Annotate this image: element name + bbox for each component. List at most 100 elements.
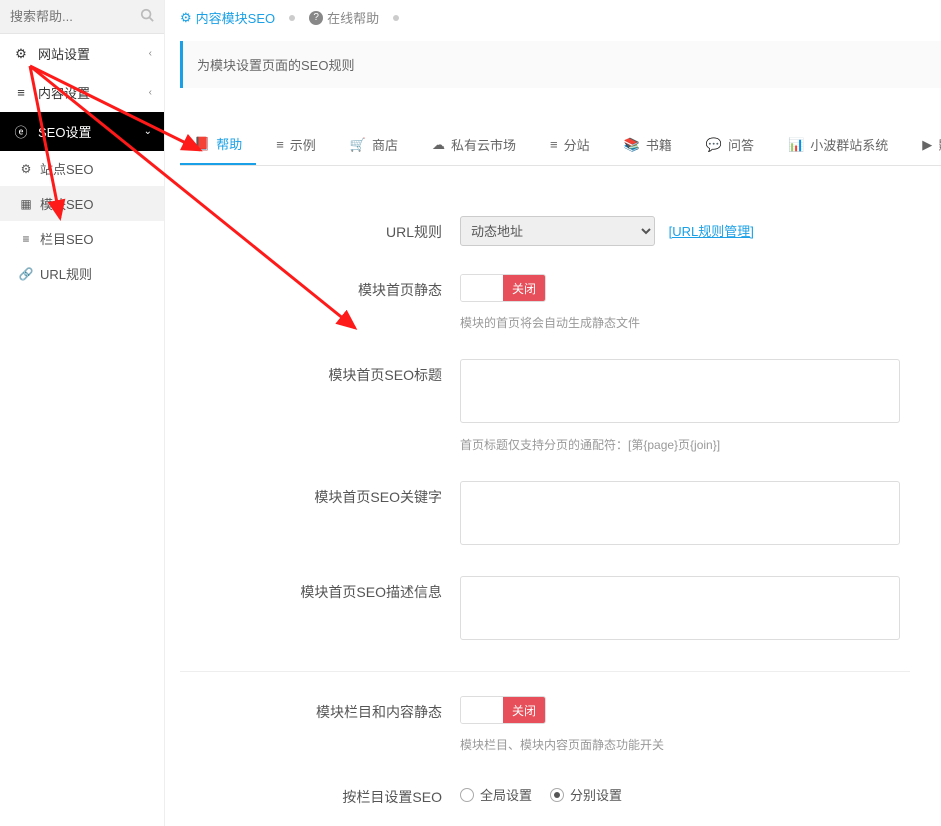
row-seo-title: 模块首页SEO标题 首页标题仅支持分页的通配符：[第{page}页{join}] [180,359,941,453]
label-col-seo: 按栏目设置SEO [180,781,460,807]
tab-help[interactable]: 📕 帮助 [180,124,256,165]
row-col-static: 模块栏目和内容静态 关闭 模块栏目、模块内容页面静态功能开关 [180,696,941,753]
submenu-seo: ⚙ 站点SEO ▦ 模块SEO ≡ 栏目SEO 🔗 URL规则 [0,151,164,291]
sub-label: 栏目SEO [40,229,93,248]
cart-icon: 🛒 [350,137,366,153]
tab-cloud[interactable]: ☁ 私有云市场 [418,124,530,165]
cloud-icon: ☁ [432,137,445,153]
breadcrumb-label: 内容模块SEO [196,8,275,27]
separator-dot [289,15,295,21]
sidebar-search [0,0,164,34]
switch-on-seg [461,697,503,723]
label-seo-desc: 模块首页SEO描述信息 [180,576,460,602]
link-icon: 🔗 [18,267,34,281]
sub-column-seo[interactable]: ≡ 栏目SEO [0,221,164,256]
tab-books[interactable]: 📚 书籍 [610,124,686,165]
switch-off-seg: 关闭 [503,697,545,723]
search-input[interactable] [10,9,140,24]
label-col-static: 模块栏目和内容静态 [180,696,460,722]
tab-label: 小波群站系统 [810,135,888,154]
menu-label: 内容设置 [38,83,149,102]
sub-label: URL规则 [40,264,92,283]
radio-label: 分别设置 [570,785,622,804]
label-home-static: 模块首页静态 [180,274,460,300]
row-home-static: 模块首页静态 关闭 模块的首页将会自动生成静态文件 [180,274,941,331]
help-icon: ? [309,11,323,25]
sub-url-rule[interactable]: 🔗 URL规则 [0,256,164,291]
textarea-seo-title[interactable] [460,359,900,423]
tab-label: 示例 [290,135,316,154]
sub-module-seo[interactable]: ▦ 模块SEO [0,186,164,221]
row-seo-keyword: 模块首页SEO关键字 [180,481,941,548]
list-icon: ≡ [550,137,558,152]
breadcrumb: ⚙ 内容模块SEO ? 在线帮助 [180,0,941,35]
hint-col-static: 模块栏目、模块内容页面静态功能开关 [460,736,941,753]
chevron-left-icon: ‹ [149,87,152,98]
search-icon[interactable] [140,8,154,25]
tab-label: 私有云市场 [451,135,516,154]
breadcrumb-help[interactable]: ? 在线帮助 [309,8,379,27]
hint-seo-title: 首页标题仅支持分页的通配符：[第{page}页{join}] [460,436,941,453]
tab-label: 书籍 [646,135,672,154]
link-url-rule-manage[interactable]: [URL规则管理] [669,224,754,239]
tab-label: 问答 [728,135,754,154]
separator-dot [393,15,399,21]
book-icon: 📕 [194,136,210,152]
switch-home-static[interactable]: 关闭 [460,274,546,302]
radio-circle-icon [550,788,564,802]
select-url-rule[interactable]: 动态地址 [460,216,655,246]
textarea-seo-keyword[interactable] [460,481,900,545]
main-content: ⚙ 内容模块SEO ? 在线帮助 为模块设置页面的SEO规则 📕 帮助 ≡ 示例 🛒… [180,0,941,826]
gear-icon: ⚙ [12,46,30,62]
menu-seo-settings[interactable]: ⓔ SEO设置 ⌄ [0,112,164,151]
tabs: 📕 帮助 ≡ 示例 🛒 商店 ☁ 私有云市场 ≡ 分站 📚 书籍 💬 问答 📊 小波群站系统 ▶… [180,124,941,166]
tab-example[interactable]: ≡ 示例 [262,124,330,165]
chart-icon: 📊 [788,137,804,153]
switch-on-seg [461,275,503,301]
sub-site-seo[interactable]: ⚙ 站点SEO [0,151,164,186]
tab-label: 分站 [564,135,590,154]
tab-label: 商店 [372,135,398,154]
switch-col-static[interactable]: 关闭 [460,696,546,724]
seo-form: URL规则 动态地址 [URL规则管理] 模块首页静态 关闭 模块的首页将会自动… [180,216,941,807]
tab-label: 帮助 [216,134,242,153]
textarea-seo-desc[interactable] [460,576,900,640]
row-col-seo: 按栏目设置SEO 全局设置 分别设置 [180,781,941,807]
books-icon: 📚 [624,137,640,153]
chevron-down-icon: ⌄ [144,126,152,137]
radio-separate[interactable]: 分别设置 [550,785,622,804]
play-icon: ▶ [922,137,932,153]
sub-label: 站点SEO [40,159,93,178]
tab-branch[interactable]: ≡ 分站 [536,124,604,165]
ie-icon: ⓔ [12,122,30,141]
row-url-rule: URL规则 动态地址 [URL规则管理] [180,216,941,246]
chevron-left-icon: ‹ [149,48,152,59]
tab-shop[interactable]: 🛒 商店 [336,124,412,165]
label-seo-title: 模块首页SEO标题 [180,359,460,385]
list-icon: ≡ [18,232,34,246]
notice-bar: 为模块设置页面的SEO规则 [180,41,941,88]
label-seo-keyword: 模块首页SEO关键字 [180,481,460,507]
grid-icon: ▦ [18,197,34,211]
list-icon: ≡ [276,137,284,152]
tab-qa[interactable]: 💬 问答 [692,124,768,165]
menu-label: 网站设置 [38,44,149,63]
gear-icon: ⚙ [18,162,34,176]
row-seo-desc: 模块首页SEO描述信息 [180,576,941,643]
gear-icon: ⚙ [180,10,192,26]
menu-label: SEO设置 [38,122,144,141]
list-icon: ≡ [12,85,30,100]
menu-content-settings[interactable]: ≡ 内容设置 ‹ [0,73,164,112]
label-url-rule: URL规则 [180,216,460,242]
hint-home-static: 模块的首页将会自动生成静态文件 [460,314,941,331]
breadcrumb-module-seo[interactable]: ⚙ 内容模块SEO [180,8,275,27]
radio-global[interactable]: 全局设置 [460,785,532,804]
tab-xiaobo[interactable]: 📊 小波群站系统 [774,124,902,165]
menu-site-settings[interactable]: ⚙ 网站设置 ‹ [0,34,164,73]
radio-circle-icon [460,788,474,802]
tab-video[interactable]: ▶影 [908,124,941,165]
breadcrumb-label: 在线帮助 [327,8,379,27]
sidebar: ⚙ 网站设置 ‹ ≡ 内容设置 ‹ ⓔ SEO设置 ⌄ ⚙ 站点SEO ▦ 模块… [0,0,165,826]
chat-icon: 💬 [706,137,722,153]
sub-label: 模块SEO [40,194,93,213]
